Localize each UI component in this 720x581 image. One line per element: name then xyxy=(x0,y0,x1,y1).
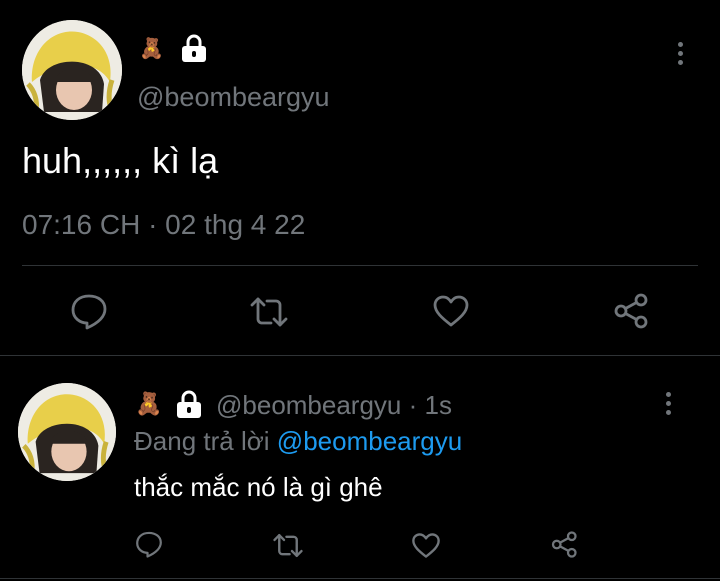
more-options-icon[interactable] xyxy=(677,42,683,65)
like-icon[interactable] xyxy=(411,532,441,559)
meta-separator: · xyxy=(408,390,418,420)
divider xyxy=(0,578,720,579)
reply-icon[interactable] xyxy=(70,292,108,330)
bear-emoji-icon: 🧸 xyxy=(139,38,164,60)
bear-emoji-icon: 🧸 xyxy=(135,391,163,416)
divider xyxy=(0,355,720,356)
reply-more-options-icon[interactable] xyxy=(665,392,671,415)
divider xyxy=(22,265,698,266)
lock-icon xyxy=(180,34,208,64)
author-handle[interactable]: @beombeargyu xyxy=(137,82,330,113)
tweet-timestamp[interactable]: 07:16 CH · 02 thg 4 22 xyxy=(22,209,305,241)
reply-author-avatar[interactable] xyxy=(18,383,116,481)
reply-text: thắc mắc nó là gì ghê xyxy=(134,472,383,502)
share-icon[interactable] xyxy=(612,292,652,330)
reply-icon[interactable] xyxy=(135,530,163,558)
tweet-text: huh,,,,,, kì lạ xyxy=(22,140,219,181)
reply-meta: @beombeargyu · 1s xyxy=(216,390,452,421)
retweet-icon[interactable] xyxy=(249,295,289,329)
share-icon[interactable] xyxy=(550,530,580,559)
replying-to-line: Đang trả lời @beombeargyu xyxy=(134,426,462,457)
replying-prefix: Đang trả lời xyxy=(134,426,270,456)
reply-age[interactable]: 1s xyxy=(425,390,452,420)
replying-to-link[interactable]: @beombeargyu xyxy=(277,426,462,456)
like-icon[interactable] xyxy=(432,294,470,328)
reply-author-handle[interactable]: @beombeargyu xyxy=(216,390,401,420)
retweet-icon[interactable] xyxy=(272,532,304,559)
lock-icon xyxy=(175,390,203,420)
author-avatar[interactable] xyxy=(22,20,122,120)
